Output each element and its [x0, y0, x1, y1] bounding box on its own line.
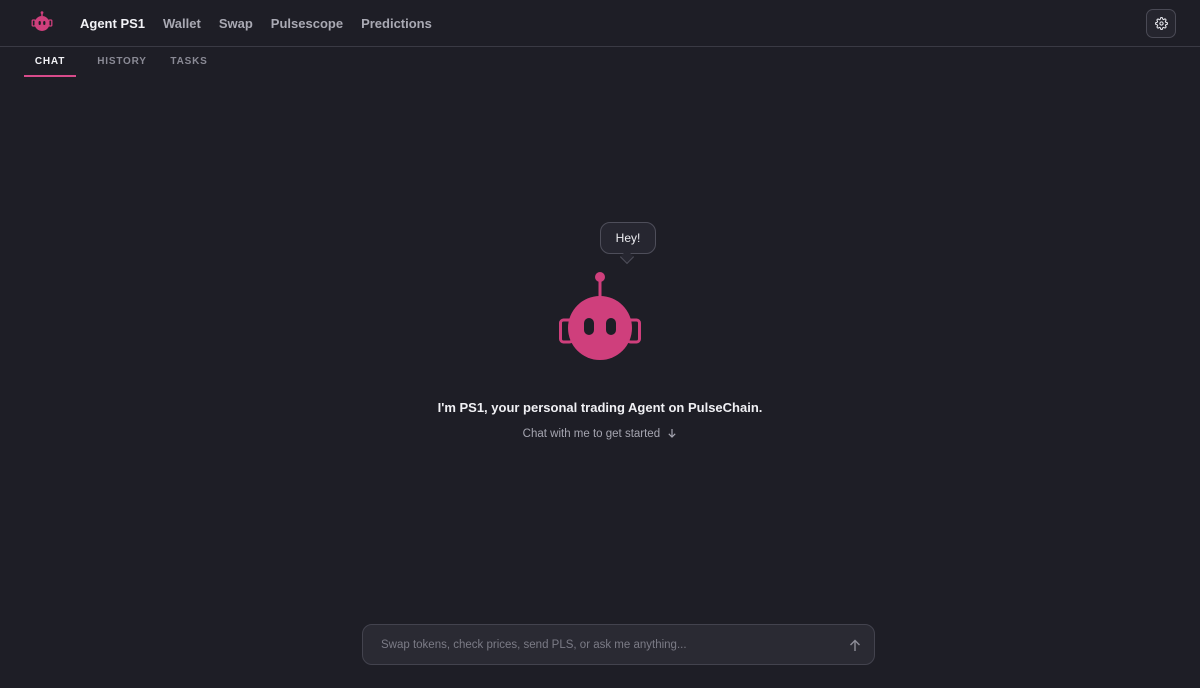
chat-tabs: CHAT HISTORY TASKS: [24, 48, 209, 77]
main-nav: Agent PS1 Wallet Swap Pulsescope Predict…: [80, 0, 450, 47]
tab-chat[interactable]: CHAT: [24, 48, 76, 77]
nav-item-wallet[interactable]: Wallet: [163, 16, 201, 31]
nav-item-agent-ps1[interactable]: Agent PS1: [80, 16, 145, 31]
chat-composer: [362, 624, 875, 665]
nav-item-pulsescope[interactable]: Pulsescope: [271, 16, 343, 31]
gear-icon: [1154, 17, 1168, 30]
settings-button[interactable]: [1146, 9, 1176, 38]
nav-item-predictions[interactable]: Predictions: [361, 16, 432, 31]
nav-item-swap[interactable]: Swap: [219, 16, 253, 31]
intro-subline: Chat with me to get started: [0, 428, 1200, 440]
arrow-up-icon: [850, 639, 860, 651]
speech-bubble: Hey!: [600, 222, 656, 254]
top-navigation-bar: Agent PS1 Wallet Swap Pulsescope Predict…: [0, 0, 1200, 47]
robot-mascot-icon: [559, 272, 641, 360]
arrow-down-icon: [668, 429, 676, 438]
robot-logo-icon[interactable]: [31, 11, 53, 33]
intro-subline-text: Chat with me to get started: [522, 428, 661, 440]
send-button[interactable]: [845, 635, 865, 655]
tab-history[interactable]: HISTORY: [88, 48, 156, 77]
intro-headline: I'm PS1, your personal trading Agent on …: [437, 400, 763, 415]
tab-tasks[interactable]: TASKS: [169, 48, 209, 77]
chat-input[interactable]: [381, 625, 831, 664]
